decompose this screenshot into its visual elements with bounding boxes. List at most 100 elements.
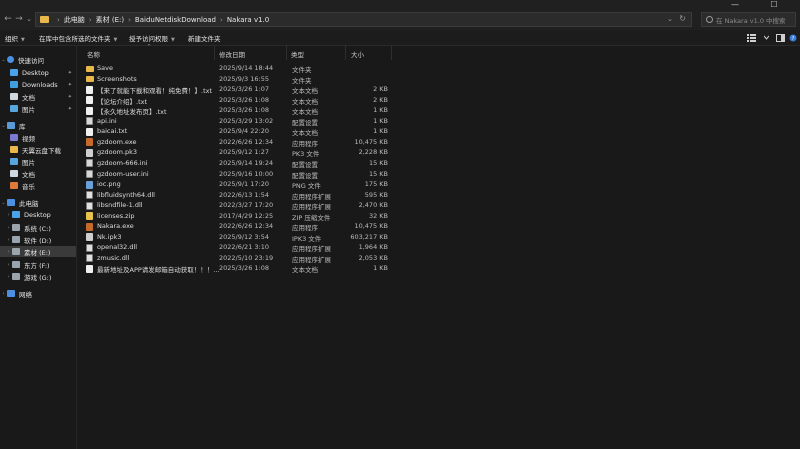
sidebar-item-drive-c[interactable]: › 系统 (C:) xyxy=(0,222,76,233)
sidebar-item-cloud-download[interactable]: 天翼云盘下载 xyxy=(0,144,76,155)
breadcrumb-separator[interactable]: › xyxy=(89,16,92,24)
collapse-chevron-icon[interactable]: › xyxy=(5,212,12,218)
sidebar-item-music[interactable]: 音乐 xyxy=(0,180,76,191)
change-view-icon[interactable] xyxy=(747,34,756,42)
minimize-icon[interactable]: — xyxy=(722,0,748,10)
sidebar-network[interactable]: › 网络 xyxy=(0,288,76,299)
sidebar-item-desktop[interactable]: Desktop ✦ xyxy=(0,67,76,78)
sidebar-quick-access[interactable]: ⌄ 快速访问 xyxy=(0,54,76,65)
column-divider[interactable] xyxy=(345,46,346,60)
table-row[interactable]: Save 2025/9/14 18:44 文件夹 xyxy=(83,63,793,74)
address-bar[interactable]: › 此电脑 › 素材 (E:) › BaiduNetdiskDownload ›… xyxy=(35,12,692,27)
column-divider[interactable] xyxy=(391,46,392,60)
table-row[interactable]: baicai.txt 2025/9/4 22:20 文本文档 1 KB xyxy=(83,126,793,137)
search-box[interactable]: 在 Nakara v1.0 中搜索 xyxy=(701,12,796,27)
share-with-button[interactable]: 授予访问权限 ▼ xyxy=(129,33,175,43)
preview-pane-icon[interactable] xyxy=(776,34,785,42)
include-in-library-button[interactable]: 在库中包含所选的文件夹 ▼ xyxy=(39,33,117,43)
file-date: 2025/3/26 1:08 xyxy=(219,106,269,115)
column-header-size[interactable]: 大小 xyxy=(351,49,364,59)
sidebar-item-drive-g[interactable]: › 游戏 (G:) xyxy=(0,271,76,282)
file-type: 应用程序扩展 xyxy=(292,203,331,212)
file-name: zmusic.dll xyxy=(97,253,130,262)
file-size: 1 KB xyxy=(373,116,388,125)
search-input[interactable]: 在 Nakara v1.0 中搜索 xyxy=(716,15,786,25)
text-file-icon xyxy=(86,96,93,105)
sidebar-item-drive-d[interactable]: › 软件 (D:) xyxy=(0,234,76,245)
back-arrow-icon[interactable]: ← xyxy=(3,13,13,25)
table-row[interactable]: zmusic.dll 2022/5/10 23:19 应用程序扩展 2,053 KB xyxy=(83,253,793,264)
sidebar-item-videos[interactable]: 视频 xyxy=(0,132,76,143)
collapse-chevron-icon[interactable]: › xyxy=(5,274,12,280)
sidebar-item-pc-desktop[interactable]: › Desktop xyxy=(0,209,76,220)
table-row[interactable]: openal32.dll 2022/6/21 3:10 应用程序扩展 1,964 KB xyxy=(83,242,793,253)
sidebar-item-documents[interactable]: 文档 xyxy=(0,168,76,179)
sidebar-item-label: 素材 (E:) xyxy=(24,248,51,257)
table-row[interactable]: Screenshots 2025/9/3 16:55 文件夹 xyxy=(83,74,793,85)
forward-arrow-icon[interactable]: → xyxy=(14,13,24,25)
breadcrumb-baidu-download[interactable]: BaiduNetdiskDownload xyxy=(135,16,216,24)
table-row[interactable]: api.ini 2025/3/29 13:02 配置设置 1 KB xyxy=(83,116,793,127)
table-row[interactable]: gzdoom.pk3 2025/9/12 1:27 PK3 文件 2,228 KB xyxy=(83,147,793,158)
expand-chevron-icon[interactable]: ⌄ xyxy=(0,200,7,206)
sidebar-item-documents[interactable]: 文档 ✦ xyxy=(0,91,76,102)
sidebar-item-label: Desktop xyxy=(24,210,51,219)
sidebar-this-pc[interactable]: ⌄ 此电脑 xyxy=(0,197,76,208)
column-divider[interactable] xyxy=(286,46,287,60)
help-icon[interactable]: ? xyxy=(789,34,797,42)
sidebar-library[interactable]: ⌄ 库 xyxy=(0,120,76,131)
refresh-icon[interactable]: ↻ xyxy=(679,14,686,23)
downloads-icon xyxy=(10,81,18,88)
table-row[interactable]: gzdoom-user.ini 2025/9/16 10:00 配置设置 15 KB xyxy=(83,169,793,180)
table-row[interactable]: 【永久地址发布页】.txt 2025/3/26 1:08 文本文档 1 KB xyxy=(83,105,793,116)
column-divider[interactable] xyxy=(214,46,215,60)
drive-icon xyxy=(12,236,20,243)
file-type: ZIP 压缩文件 xyxy=(292,213,331,222)
archive-file-icon xyxy=(86,148,93,157)
table-row[interactable]: licenses.zip 2017/4/29 12:25 ZIP 压缩文件 32 KB xyxy=(83,211,793,222)
sidebar-this-pc-label: 此电脑 xyxy=(19,199,39,208)
text-file-icon xyxy=(86,106,93,115)
sort-ascending-icon: ^ xyxy=(147,44,152,50)
table-row[interactable]: libfluidsynth64.dll 2022/6/13 1:54 应用程序扩展 5… xyxy=(83,190,793,201)
sidebar-item-pictures[interactable]: 图片 xyxy=(0,156,76,167)
table-row[interactable]: libsndfile-1.dll 2022/3/27 17:20 应用程序扩展 2,4… xyxy=(83,200,793,211)
collapse-chevron-icon[interactable]: › xyxy=(0,291,7,297)
address-history-chevron-icon[interactable]: ⌄ xyxy=(667,15,673,23)
table-row[interactable]: gzdoom-666.ini 2025/9/14 19:24 配置设置 15 KB xyxy=(83,158,793,169)
sidebar-item-downloads[interactable]: Downloads ✦ xyxy=(0,79,76,90)
column-header-name[interactable]: 名称 xyxy=(87,49,100,59)
breadcrumb-drive-e[interactable]: 素材 (E:) xyxy=(96,15,124,25)
column-header-type[interactable]: 类型 xyxy=(291,49,304,59)
table-row[interactable]: ioc.png 2025/9/1 17:20 PNG 文件 175 KB xyxy=(83,179,793,190)
expand-chevron-icon[interactable]: ⌄ xyxy=(0,123,7,129)
maximize-icon[interactable]: ☐ xyxy=(761,0,787,10)
collapse-chevron-icon[interactable]: › xyxy=(5,262,12,268)
sidebar-item-drive-f[interactable]: › 东方 (F:) xyxy=(0,259,76,270)
breadcrumb-separator[interactable]: › xyxy=(128,16,131,24)
table-row[interactable]: Nakara.exe 2022/6/26 12:34 应用程序 10,475 KB xyxy=(83,221,793,232)
table-row[interactable]: Nk.ipk3 2025/9/12 3:54 IPK3 文件 603,217 KB xyxy=(83,232,793,243)
collapse-chevron-icon[interactable]: › xyxy=(5,249,12,255)
breadcrumb-this-pc[interactable]: 此电脑 xyxy=(64,15,85,25)
sidebar-item-drive-e[interactable]: › 素材 (E:) xyxy=(0,246,76,257)
collapse-chevron-icon[interactable]: › xyxy=(5,237,12,243)
recent-locations-chevron-icon[interactable]: ⌄ xyxy=(24,13,34,25)
collapse-chevron-icon[interactable]: › xyxy=(5,225,12,231)
breadcrumb-nakara[interactable]: Nakara v1.0 xyxy=(227,16,269,24)
table-row[interactable]: 最新地址及APP请发邮箱自动获取！！！... 2025/3/26 1:08 文本文档… xyxy=(83,263,793,274)
table-row[interactable]: 【来了就能下載和观看！纯免費！】.txt 2025/3/26 1:07 文本文档 2 … xyxy=(83,84,793,95)
new-folder-button[interactable]: 新建文件夹 xyxy=(188,33,221,43)
view-options-chevron-icon[interactable] xyxy=(764,34,769,42)
dropdown-arrow-icon: ▼ xyxy=(171,37,175,43)
organize-button[interactable]: 组织 ▼ xyxy=(5,33,25,43)
breadcrumb-separator[interactable]: › xyxy=(220,16,223,24)
table-row[interactable]: gzdoom.exe 2022/6/26 12:34 应用程序 10,475 KB xyxy=(83,137,793,148)
sidebar-item-pictures[interactable]: 图片 ✦ xyxy=(0,103,76,114)
expand-chevron-icon[interactable]: ⌄ xyxy=(0,57,7,63)
file-name: 【来了就能下載和观看！纯免費！】.txt xyxy=(97,87,213,96)
cloud-folder-icon xyxy=(10,146,18,153)
table-row[interactable]: 【论坛介绍】.txt 2025/3/26 1:08 文本文档 2 KB xyxy=(83,95,793,106)
column-header-date[interactable]: 修改日期 xyxy=(219,49,245,59)
file-date: 2022/6/26 12:34 xyxy=(219,137,274,146)
